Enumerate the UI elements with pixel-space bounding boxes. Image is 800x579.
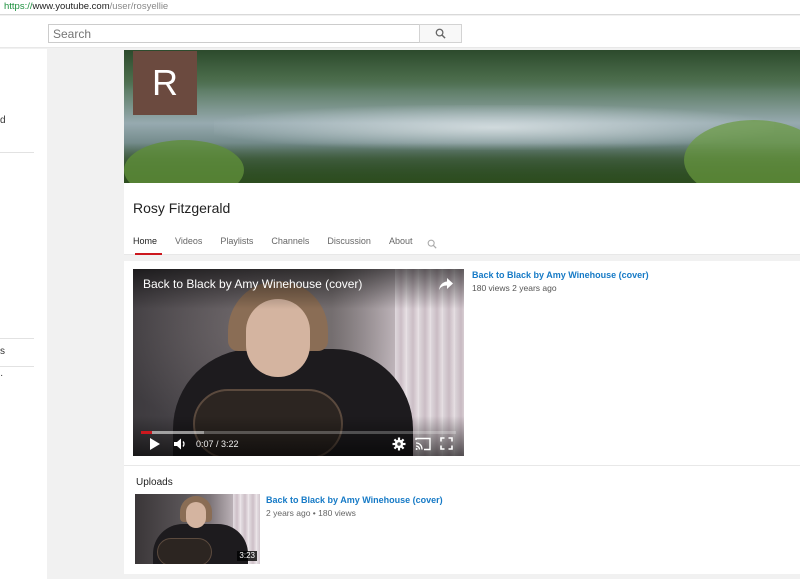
- tab-home[interactable]: Home: [124, 232, 166, 255]
- left-guide: d s ·: [0, 49, 47, 579]
- video-duration-badge: 3:23: [237, 551, 257, 561]
- channel-home-content: Back to Black by Amy Winehouse (cover) 0…: [124, 261, 800, 574]
- thumbnail-face: [186, 502, 206, 528]
- avatar-letter: R: [152, 62, 178, 103]
- fullscreen-icon[interactable]: [440, 437, 453, 455]
- channel-avatar[interactable]: R: [133, 51, 197, 115]
- channel-name[interactable]: Rosy Fitzgerald: [133, 200, 230, 216]
- channel-header: Rosy Fitzgerald Home Videos Playlists Ch…: [124, 183, 800, 255]
- url-path: /user/rosyellie: [109, 1, 169, 12]
- share-icon[interactable]: [438, 277, 454, 296]
- search-input[interactable]: [48, 24, 420, 43]
- search-icon: [435, 28, 446, 39]
- masthead: [0, 16, 800, 48]
- volume-icon[interactable]: [173, 437, 187, 456]
- url-host: www.youtube.com: [32, 1, 110, 12]
- banner-treeline: [124, 50, 800, 90]
- search-button[interactable]: [419, 24, 462, 43]
- play-icon[interactable]: [149, 437, 161, 456]
- tab-discussion[interactable]: Discussion: [318, 232, 380, 255]
- video-frame-face: [246, 299, 310, 377]
- channel-tabs: Home Videos Playlists Channels Discussio…: [124, 232, 443, 255]
- guide-item-fragment[interactable]: ·: [0, 370, 3, 381]
- guide-divider: [0, 366, 34, 367]
- tab-about[interactable]: About: [380, 232, 422, 255]
- featured-video-player[interactable]: Back to Black by Amy Winehouse (cover) 0…: [133, 269, 464, 456]
- player-title[interactable]: Back to Black by Amy Winehouse (cover): [143, 277, 362, 291]
- search-icon: [427, 236, 438, 254]
- player-progress-bar[interactable]: [141, 431, 456, 434]
- player-time: 0:07 / 3:22: [196, 439, 239, 449]
- upload-thumbnail[interactable]: 3:23: [135, 494, 260, 564]
- channel-banner: [124, 50, 800, 183]
- address-bar[interactable]: https://www.youtube.com/user/rosyellie: [0, 0, 800, 15]
- channel-search-button[interactable]: [421, 232, 443, 255]
- upload-video-title-link[interactable]: Back to Black by Amy Winehouse (cover): [266, 495, 443, 505]
- tab-playlists[interactable]: Playlists: [211, 232, 262, 255]
- featured-video-title-link[interactable]: Back to Black by Amy Winehouse (cover): [472, 270, 649, 280]
- cast-icon[interactable]: [415, 437, 431, 456]
- upload-video-meta: 2 years ago • 180 views: [266, 508, 356, 518]
- uploads-section-heading[interactable]: Uploads: [136, 477, 173, 488]
- guide-divider: [0, 152, 34, 153]
- guide-item-fragment[interactable]: s: [0, 346, 5, 357]
- thumbnail-guitar: [157, 538, 212, 564]
- guide-divider: [0, 338, 34, 339]
- url-protocol: https://: [4, 1, 33, 12]
- tab-channels[interactable]: Channels: [262, 232, 318, 255]
- progress-played: [141, 431, 153, 434]
- featured-video-meta: 180 views 2 years ago: [472, 283, 557, 293]
- section-divider: [124, 465, 800, 466]
- settings-gear-icon[interactable]: [392, 437, 406, 456]
- tab-videos[interactable]: Videos: [166, 232, 211, 255]
- guide-item-fragment[interactable]: d: [0, 115, 6, 126]
